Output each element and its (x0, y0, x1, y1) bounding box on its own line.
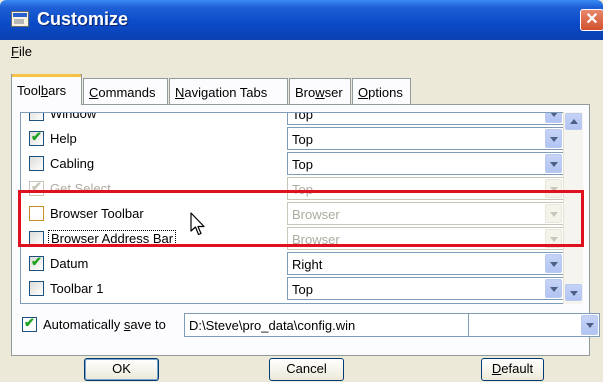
dropdown-arrow-icon[interactable] (545, 113, 562, 123)
toolbar-label: Get Select (50, 181, 111, 196)
tab-label: ptions (368, 85, 403, 100)
close-button[interactable]: ✕ (580, 9, 603, 31)
dropdown-value: Top (292, 132, 313, 147)
dropdown-arrow-icon (545, 204, 562, 223)
autosave-label-text: ave to (130, 317, 166, 332)
position-dropdown-browser-address-bar: Browser (287, 227, 564, 250)
config-path-combo[interactable]: D:\Steve\pro_data\config.win (184, 313, 600, 337)
dropdown-value: Top (292, 282, 313, 297)
toolbar-row-browser-address-bar: Browser Address Bar Browser (21, 226, 564, 251)
toolbar-label: Help (50, 131, 77, 146)
title-bar: Customize ✕ (0, 0, 603, 40)
dropdown-value: Top (292, 157, 313, 172)
toolbar-label: Browser Address Bar (48, 230, 177, 247)
tab-toolbars[interactable]: Toolbars (11, 74, 82, 105)
dropdown-arrow-icon[interactable] (545, 254, 562, 273)
position-dropdown-help[interactable]: Top (287, 127, 564, 150)
tab-mnemonic: C (89, 85, 99, 100)
checkbox-get-select (29, 179, 44, 196)
autosave-label-text: Automatically (43, 317, 124, 332)
tab-label: Bro (295, 85, 316, 100)
dropdown-value: Browser (292, 232, 340, 247)
autosave-row: Automatically save to D:\Steve\pro_data\… (20, 313, 600, 337)
dropdown-value: Top (292, 182, 313, 197)
tab-mnemonic: N (175, 85, 185, 100)
tab-mnemonic: b (40, 83, 49, 98)
dropdown-arrow-icon[interactable] (581, 315, 598, 335)
list-scrollbar[interactable] (563, 112, 583, 304)
position-dropdown-window[interactable]: Top (287, 112, 564, 125)
path-divider (468, 314, 469, 336)
tab-label: Tool (17, 83, 41, 98)
checkbox-cabling[interactable] (29, 156, 44, 171)
config-path-value: D:\Steve\pro_data\config.win (189, 318, 356, 333)
dropdown-arrow-icon (545, 179, 562, 198)
default-button[interactable]: Default (481, 358, 544, 381)
toolbar-label: Window (50, 112, 97, 121)
tab-label: ommands (98, 85, 156, 100)
tab-label: ars (48, 83, 67, 98)
menu-file[interactable]: File (11, 44, 32, 59)
tab-navigation-tabs[interactable]: Navigation Tabs (169, 78, 288, 104)
tab-label: ser (324, 85, 343, 100)
menu-file-label: ile (18, 44, 32, 59)
autosave-label: Automatically save to (43, 317, 166, 332)
checkbox-datum[interactable] (29, 254, 44, 271)
dropdown-arrow-icon (545, 229, 562, 248)
toolbar-label: Datum (50, 256, 89, 271)
tab-options[interactable]: Options (352, 78, 411, 104)
toolbar-row-get-select: Get Select Top (21, 176, 564, 201)
default-label: efault (501, 361, 534, 376)
dropdown-value: Right (292, 257, 323, 272)
dropdown-arrow-icon[interactable] (545, 129, 562, 148)
dropdown-value: Top (292, 112, 313, 122)
tab-mnemonic: w (315, 85, 325, 100)
dropdown-arrow-icon[interactable] (545, 154, 562, 173)
checkbox-browser-address-bar[interactable] (29, 231, 44, 246)
dropdown-arrow-icon[interactable] (545, 279, 562, 298)
toolbar-label: Browser Toolbar (50, 206, 144, 221)
position-dropdown-cabling[interactable]: Top (287, 152, 564, 175)
menu-file-mnemonic: F (11, 44, 19, 59)
scroll-down-icon[interactable] (565, 284, 582, 301)
checkbox-browser-toolbar[interactable] (29, 206, 44, 221)
window-icon (11, 11, 29, 27)
autosave-checkbox[interactable] (22, 315, 37, 332)
ok-button[interactable]: OK (84, 358, 159, 381)
toolbar-label: Toolbar 1 (50, 281, 104, 296)
toolbar-row-help: Help Top (21, 126, 564, 151)
tab-mnemonic: O (358, 85, 369, 100)
cancel-button[interactable]: Cancel (269, 358, 344, 381)
window-title: Customize (37, 9, 129, 29)
toolbar-row-browser-toolbar: Browser Toolbar Browser (21, 201, 564, 226)
tab-label: avigation Tabs (184, 85, 268, 100)
position-dropdown-toolbar-1[interactable]: Top (287, 277, 564, 300)
toolbar-list[interactable]: Window Top Help Top Cabling Top Get Sele… (20, 112, 583, 304)
toolbar-row-window: Window Top (21, 112, 564, 126)
toolbar-row-cabling: Cabling Top (21, 151, 564, 176)
toolbar-label: Cabling (50, 156, 95, 171)
default-mnemonic: D (491, 361, 502, 376)
checkbox-help[interactable] (29, 129, 44, 146)
scroll-up-icon[interactable] (565, 113, 582, 130)
tab-browser[interactable]: Browser (289, 78, 351, 104)
checkbox-toolbar-1[interactable] (29, 281, 44, 296)
tab-commands[interactable]: Commands (83, 78, 168, 104)
menu-bar: File (0, 40, 603, 62)
toolbar-row-toolbar-1: Toolbar 1 Top (21, 276, 564, 301)
toolbar-row-datum: Datum Right (21, 251, 564, 276)
position-dropdown-get-select: Top (287, 177, 564, 200)
mouse-pointer-icon (190, 212, 205, 236)
position-dropdown-browser-toolbar: Browser (287, 202, 564, 225)
checkbox-window[interactable] (29, 113, 44, 121)
dropdown-value: Browser (292, 207, 340, 222)
position-dropdown-datum[interactable]: Right (287, 252, 564, 275)
